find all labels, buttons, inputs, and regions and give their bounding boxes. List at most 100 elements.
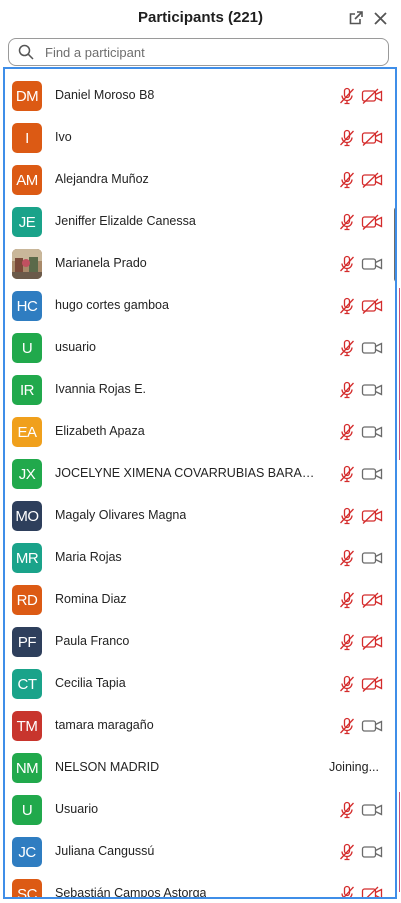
participant-row[interactable]: JC Juliana Cangussú	[5, 831, 395, 873]
avatar: RD	[12, 585, 42, 615]
panel-title: Participants (221)	[137, 9, 264, 26]
avatar: HC	[12, 291, 42, 321]
avatar: JX	[12, 459, 42, 489]
video-off-icon[interactable]	[361, 130, 383, 146]
mic-muted-icon[interactable]	[338, 423, 356, 441]
participant-name: Cecilia Tapia	[55, 676, 126, 690]
participant-row[interactable]: MO Magaly Olivares Magna	[5, 495, 395, 537]
participant-row[interactable]: RD Romina Diaz	[5, 579, 395, 621]
participant-row[interactable]: PF Paula Franco	[5, 621, 395, 663]
mic-muted-icon[interactable]	[338, 339, 356, 357]
participant-list[interactable]: DM Daniel Moroso B8 I Ivo AM Alejandra Muñoz J…	[3, 67, 397, 899]
video-on-icon[interactable]	[361, 466, 383, 482]
participant-row[interactable]: SC Sebastián Campos Astorga	[5, 873, 395, 899]
mic-muted-icon[interactable]	[338, 549, 356, 567]
participant-row[interactable]: Marianela Prado	[5, 243, 395, 285]
mic-muted-icon[interactable]	[338, 717, 356, 735]
participant-name: Sebastián Campos Astorga	[55, 886, 207, 899]
video-on-icon[interactable]	[361, 256, 383, 272]
video-on-icon[interactable]	[361, 340, 383, 356]
participant-row[interactable]: I Ivo	[5, 117, 395, 159]
participant-row[interactable]: DM Daniel Moroso B8	[5, 75, 395, 117]
video-on-icon[interactable]	[361, 382, 383, 398]
avatar: MR	[12, 543, 42, 573]
video-off-icon[interactable]	[361, 508, 383, 524]
mic-muted-icon[interactable]	[338, 129, 356, 147]
mic-muted-icon[interactable]	[338, 87, 356, 105]
video-off-icon[interactable]	[361, 634, 383, 650]
avatar: U	[12, 333, 42, 363]
scrollbar-thumb[interactable]	[394, 207, 395, 282]
avatar: U	[12, 795, 42, 825]
participant-row[interactable]: MR Maria Rojas	[5, 537, 395, 579]
participant-row[interactable]: HC hugo cortes gamboa	[5, 285, 395, 327]
video-on-icon[interactable]	[361, 424, 383, 440]
avatar: MO	[12, 501, 42, 531]
video-on-icon[interactable]	[361, 550, 383, 566]
mic-muted-icon[interactable]	[338, 675, 356, 693]
avatar: EA	[12, 417, 42, 447]
avatar: NM	[12, 753, 42, 783]
participant-name: JOCELYNE XIMENA COVARRUBIAS BARAHO...	[55, 466, 321, 480]
avatar: I	[12, 123, 42, 153]
video-off-icon[interactable]	[361, 676, 383, 692]
avatar	[12, 249, 42, 279]
participant-name: tamara maragaño	[55, 718, 154, 732]
popout-icon[interactable]	[346, 8, 366, 28]
participant-name: hugo cortes gamboa	[55, 298, 169, 312]
mic-muted-icon[interactable]	[338, 843, 356, 861]
participant-row[interactable]: JE Jeniffer Elizalde Canessa	[5, 201, 395, 243]
mic-muted-icon[interactable]	[338, 465, 356, 483]
participant-name: Magaly Olivares Magna	[55, 508, 187, 522]
joining-status: Joining...	[328, 760, 379, 774]
participant-name: Romina Diaz	[55, 592, 127, 606]
edge-marker	[399, 288, 400, 460]
mic-muted-icon[interactable]	[338, 171, 356, 189]
video-off-icon[interactable]	[361, 214, 383, 230]
participant-row[interactable]: TM tamara maragaño	[5, 705, 395, 747]
participant-name: Maria Rojas	[55, 550, 122, 564]
video-off-icon[interactable]	[361, 172, 383, 188]
participant-row[interactable]: EA Elizabeth Apaza	[5, 411, 395, 453]
participant-name: Paula Franco	[55, 634, 130, 648]
participant-name: Elizabeth Apaza	[55, 424, 145, 438]
participant-row[interactable]: AM Alejandra Muñoz	[5, 159, 395, 201]
participant-name: Jeniffer Elizalde Canessa	[55, 214, 196, 228]
avatar: CT	[12, 669, 42, 699]
participant-row[interactable]: JX JOCELYNE XIMENA COVARRUBIAS BARAHO...	[5, 453, 395, 495]
mic-muted-icon[interactable]	[338, 801, 356, 819]
video-off-icon[interactable]	[361, 88, 383, 104]
video-on-icon[interactable]	[361, 718, 383, 734]
mic-muted-icon[interactable]	[338, 591, 356, 609]
participant-row[interactable]: NM NELSON MADRID Joining...	[5, 747, 395, 789]
video-off-icon[interactable]	[361, 886, 383, 897]
search-icon	[18, 44, 34, 60]
participant-name: usuario	[55, 340, 96, 354]
video-off-icon[interactable]	[361, 592, 383, 608]
participant-row[interactable]: IR Ivannia Rojas E.	[5, 369, 395, 411]
mic-muted-icon[interactable]	[338, 633, 356, 651]
participant-row[interactable]: U Usuario	[5, 789, 395, 831]
mic-muted-icon[interactable]	[338, 507, 356, 525]
mic-muted-icon[interactable]	[338, 885, 356, 897]
participant-row[interactable]: Uusuario	[5, 327, 395, 369]
participant-name: Ivannia Rojas E.	[55, 382, 147, 396]
search-input[interactable]	[45, 42, 375, 62]
video-off-icon[interactable]	[361, 298, 383, 314]
close-icon[interactable]	[370, 8, 390, 28]
avatar: JC	[12, 837, 42, 867]
participant-name: NELSON MADRID	[55, 760, 160, 774]
mic-muted-icon[interactable]	[338, 255, 356, 273]
mic-muted-icon[interactable]	[338, 297, 356, 315]
avatar: PF	[12, 627, 42, 657]
participant-name: Alejandra Muñoz	[55, 172, 149, 186]
avatar: TM	[12, 711, 42, 741]
search-box[interactable]	[8, 38, 389, 66]
video-on-icon[interactable]	[361, 844, 383, 860]
mic-muted-icon[interactable]	[338, 213, 356, 231]
video-on-icon[interactable]	[361, 802, 383, 818]
panel-header: Participants (221)	[0, 0, 401, 36]
mic-muted-icon[interactable]	[338, 381, 356, 399]
participant-row[interactable]: CT Cecilia Tapia	[5, 663, 395, 705]
avatar: DM	[12, 81, 42, 111]
